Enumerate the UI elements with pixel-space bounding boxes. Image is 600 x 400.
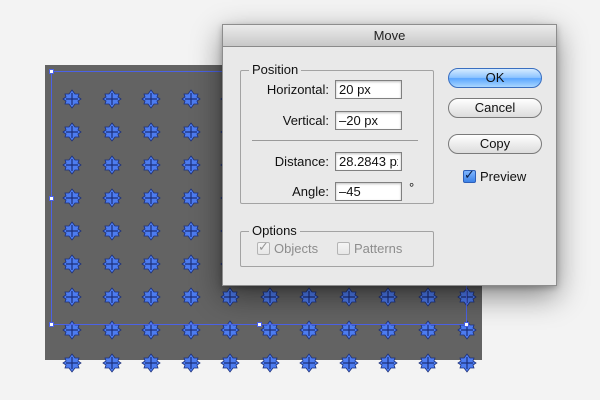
ok-button[interactable]: OK <box>448 68 542 88</box>
selection-handle-bottom-left[interactable] <box>49 322 54 327</box>
position-divider <box>252 140 418 141</box>
patterns-checkbox[interactable] <box>337 242 350 255</box>
horizontal-input[interactable] <box>335 80 402 99</box>
blue-diamond-tile-icon <box>377 352 399 374</box>
position-group-label: Position <box>252 62 299 77</box>
horizontal-label: Horizontal: <box>266 82 329 97</box>
blue-diamond-tile-icon <box>219 352 241 374</box>
options-group-label: Options <box>252 223 297 238</box>
cancel-button[interactable]: Cancel <box>448 98 542 118</box>
angle-input[interactable] <box>335 182 402 201</box>
dialog-title: Move <box>223 25 556 47</box>
selection-handle-middle-left[interactable] <box>49 196 54 201</box>
move-dialog: Move Position Horizontal: Vertical: Dist… <box>222 24 557 286</box>
blue-diamond-tile-icon <box>259 352 281 374</box>
distance-label: Distance: <box>274 154 329 169</box>
objects-label: Objects <box>274 241 319 256</box>
selection-handle-top-left[interactable] <box>49 69 54 74</box>
blue-diamond-tile-icon <box>180 352 202 374</box>
blue-diamond-tile-icon <box>101 352 123 374</box>
patterns-label: Patterns <box>354 241 403 256</box>
preview-checkbox[interactable] <box>463 168 476 183</box>
blue-diamond-tile-icon <box>61 352 83 374</box>
vertical-label: Vertical: <box>282 113 329 128</box>
preview-label: Preview <box>480 169 527 184</box>
blue-diamond-tile-icon <box>140 352 162 374</box>
angle-degree-unit: ° <box>409 180 415 195</box>
blue-diamond-tile-icon <box>298 352 320 374</box>
vertical-input[interactable] <box>335 111 402 130</box>
copy-button[interactable]: Copy <box>448 134 542 154</box>
selection-handle-bottom-center[interactable] <box>257 322 262 327</box>
distance-input[interactable] <box>335 152 402 171</box>
objects-checkbox[interactable] <box>257 240 270 255</box>
blue-diamond-tile-icon <box>456 352 478 374</box>
selection-handle-bottom-right[interactable] <box>464 322 469 327</box>
blue-diamond-tile-icon <box>338 352 360 374</box>
blue-diamond-tile-icon <box>417 352 439 374</box>
angle-label: Angle: <box>292 184 329 199</box>
